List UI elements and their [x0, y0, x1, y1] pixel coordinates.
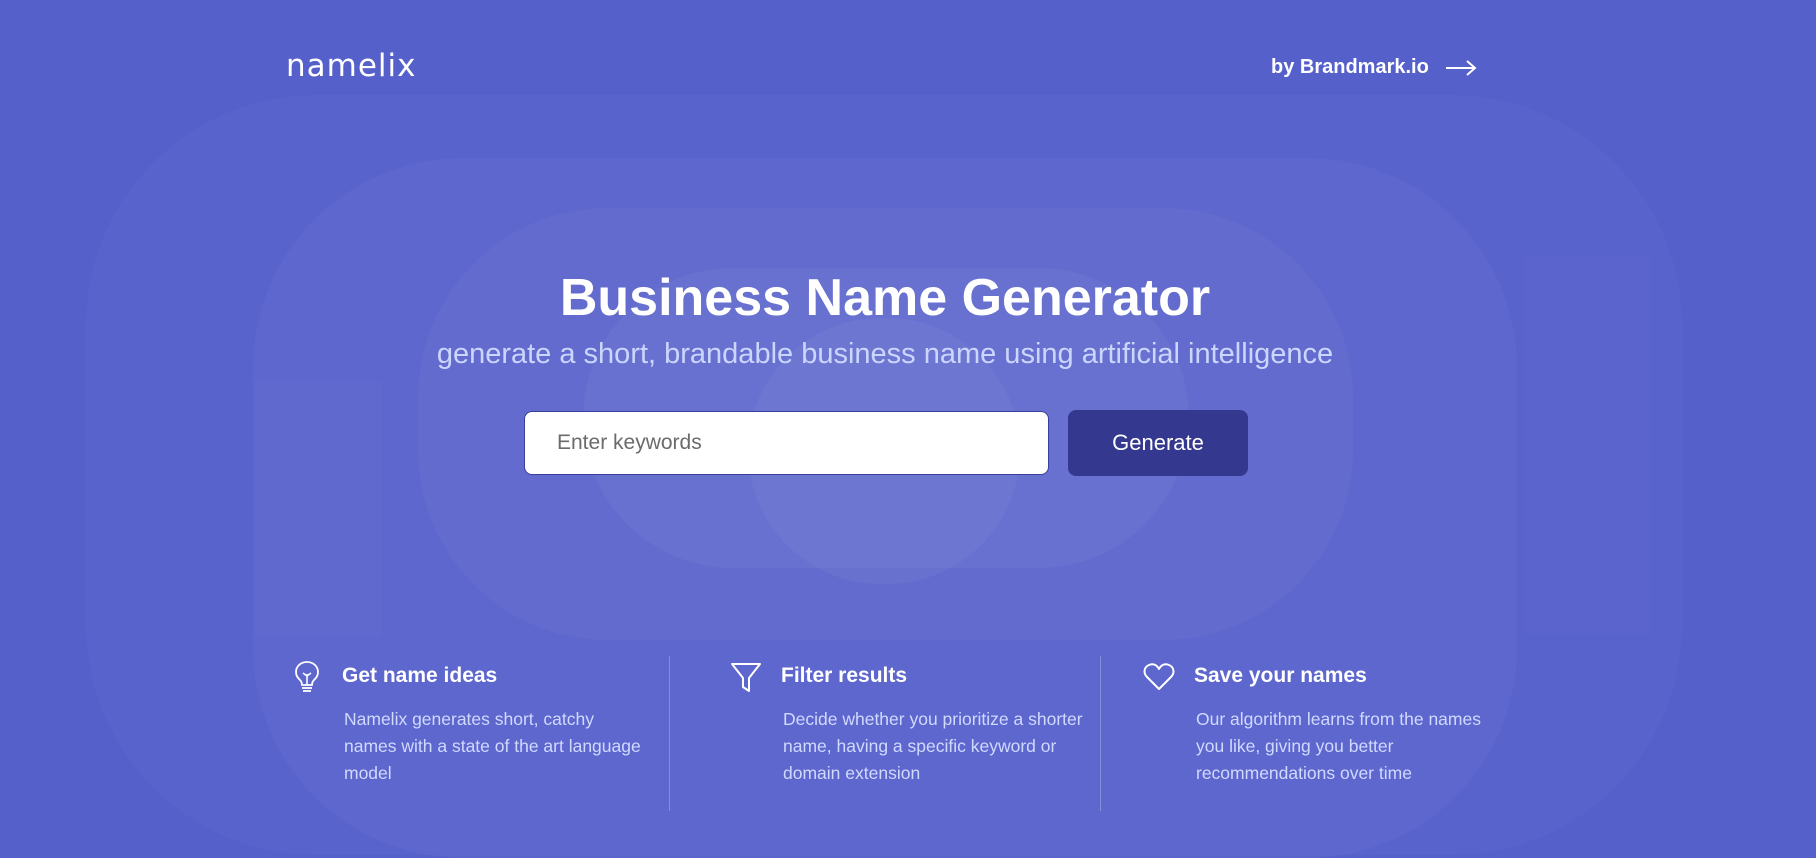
divider: [669, 656, 670, 811]
feature-title: Save your names: [1194, 664, 1367, 687]
page-subtitle: generate a short, brandable business nam…: [436, 338, 1334, 370]
generate-button[interactable]: Generate: [1068, 410, 1248, 476]
page-title: Business Name Generator: [559, 269, 1211, 327]
namelix-logo[interactable]: namelix: [286, 48, 417, 84]
filter-icon: [729, 659, 763, 695]
keywords-input[interactable]: [524, 411, 1049, 475]
arrow-right-icon: [1445, 59, 1477, 77]
divider: [1100, 656, 1101, 811]
brandmark-link-label: by Brandmark.io: [1271, 56, 1429, 78]
brandmark-link[interactable]: by Brandmark.io: [1271, 56, 1477, 79]
feature-description: Decide whether you prioritize a shorter …: [783, 709, 1083, 783]
lightbulb-icon: [290, 659, 324, 695]
heart-icon: [1142, 659, 1176, 695]
feature-description: Namelix generates short, catchy names wi…: [344, 709, 641, 783]
feature-title: Get name ideas: [342, 664, 498, 687]
feature-title: Filter results: [781, 664, 908, 687]
feature-description: Our algorithm learns from the names you …: [1196, 709, 1481, 783]
